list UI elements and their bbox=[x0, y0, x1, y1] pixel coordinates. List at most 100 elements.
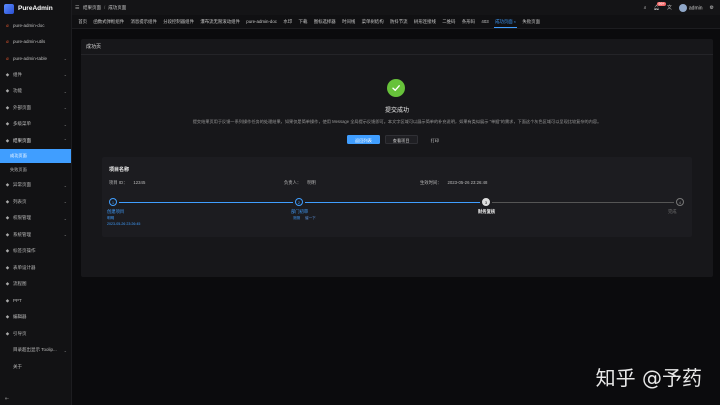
sidebar-item[interactable]: ◆ 列表页 ⌄ bbox=[0, 194, 71, 211]
guide-icon: ◆ bbox=[5, 330, 10, 336]
translate-icon[interactable]: 文 bbox=[667, 4, 672, 11]
detail-panel: 项目名称 项目 ID： 12345 负责人： 明明 生效时间： 2023-05-26 … bbox=[102, 157, 692, 237]
tab-label: 消息提示组件 bbox=[130, 18, 157, 24]
collapse-icon[interactable]: ⇤ bbox=[5, 396, 9, 402]
step-label: 部门初审 bbox=[291, 209, 309, 214]
gear-icon: ◆ bbox=[5, 231, 10, 237]
breadcrumb: 结果页面 / 成功页面 bbox=[83, 5, 126, 11]
tab[interactable]: 水印 bbox=[280, 15, 295, 28]
tab[interactable]: 首页 bbox=[75, 15, 90, 28]
tab-label: 二维码 bbox=[442, 18, 456, 24]
step-dot: 2 bbox=[295, 198, 303, 206]
tab[interactable]: 菜单树结构 bbox=[358, 15, 386, 28]
tab[interactable]: 分段控制器组件 bbox=[160, 15, 197, 28]
step-label: 创建项目 bbox=[107, 209, 125, 214]
sidebar-item[interactable]: ◆ 系统管理 ⌄ bbox=[0, 227, 71, 244]
step-label: 财务复核 bbox=[478, 209, 496, 214]
topbar: ☰ 结果页面 / 成功页面 ⌕ 🔔︎ 99+ 文 admin ⚙ bbox=[72, 0, 720, 15]
watermark: 知乎 @予药 bbox=[595, 366, 702, 390]
sidebar-item-label: 结果页面 bbox=[13, 137, 31, 143]
tab[interactable]: 消息提示组件 bbox=[127, 15, 160, 28]
search-icon[interactable]: ⌕ bbox=[644, 5, 647, 11]
time-label: 生效时间： bbox=[420, 180, 442, 185]
sidebar-item[interactable]: 目录超出显示 Toolip... ⌄ bbox=[0, 342, 71, 359]
list-icon: ◆ bbox=[5, 198, 10, 204]
sidebar-item[interactable]: ◆ 引导页 bbox=[0, 326, 71, 343]
sidebar-item-label: 列表页 bbox=[13, 198, 27, 204]
notification-badge: 99+ bbox=[656, 1, 667, 6]
back-to-list-button[interactable]: 返回列表 bbox=[347, 135, 380, 144]
step-urge-link[interactable]: 催一下 bbox=[305, 216, 316, 221]
result-card: 成功页 提交成功 提交结果页用于反馈一系列操作任务的处理结果，如果仅是简单操作，… bbox=[81, 39, 713, 277]
tab[interactable]: 下载 bbox=[295, 15, 310, 28]
sidebar-item[interactable]: ◆ 标签页操作 bbox=[0, 243, 71, 260]
sidebar-item[interactable]: ◆ 异常页面 ⌄ bbox=[0, 177, 71, 194]
tab-label: 菜单树结构 bbox=[361, 18, 384, 24]
sidebar-item[interactable]: ◆ 表单设计器 bbox=[0, 260, 71, 277]
sidebar-item-label: 引导页 bbox=[13, 330, 27, 336]
settings-icon[interactable]: ⚙ bbox=[710, 5, 714, 11]
tab[interactable]: pure-admin-doc bbox=[243, 15, 280, 28]
form-icon: ◆ bbox=[5, 264, 10, 270]
sidebar-item[interactable]: ◆ 组件 ⌄ bbox=[0, 67, 71, 84]
tab[interactable]: 失败页面 bbox=[519, 15, 543, 28]
notification-bell[interactable]: 🔔︎ 99+ bbox=[654, 1, 667, 11]
chevron-icon: ⌄ bbox=[63, 182, 67, 188]
tab[interactable]: 成功页面× bbox=[492, 15, 519, 28]
view-project-button[interactable]: 查看项目 bbox=[384, 135, 418, 144]
sidebar: PureAdmin 🔥︎ pure-admin-doc 🔥︎ pure-admin-u… bbox=[0, 0, 72, 405]
sidebar-item[interactable]: ◆ 流程图 bbox=[0, 276, 71, 293]
step-dot: 1 bbox=[109, 198, 117, 206]
close-icon[interactable]: × bbox=[514, 19, 516, 24]
tab-label: 水印 bbox=[283, 18, 293, 24]
hamburger-icon[interactable]: ☰ bbox=[75, 5, 83, 11]
sidebar-item[interactable]: ◆ 多级菜单 ⌄ bbox=[0, 116, 71, 133]
tab[interactable]: 二维码 bbox=[439, 15, 459, 28]
sidebar-item[interactable]: ◆ 结果页面 ⌃ bbox=[0, 133, 71, 150]
chevron-icon: ⌄ bbox=[63, 55, 67, 61]
owner-info: 负责人： 明明 bbox=[284, 180, 316, 186]
step-connector bbox=[119, 202, 293, 203]
sidebar-item[interactable]: ◆ 外部页面 ⌄ bbox=[0, 100, 71, 117]
tab[interactable]: 时间线 bbox=[339, 15, 359, 28]
logo[interactable]: PureAdmin bbox=[0, 0, 71, 17]
sidebar-subitem[interactable]: 成功页面 bbox=[0, 149, 71, 163]
print-button[interactable]: 打印 bbox=[423, 135, 447, 144]
sidebar-menu: 🔥︎ pure-admin-doc 🔥︎ pure-admin-utils 🔥︎ pure… bbox=[0, 17, 71, 375]
tab-label: 条形码 bbox=[461, 18, 476, 24]
tab-label: 图标选择器 bbox=[313, 18, 336, 24]
project-id-info: 项目 ID： 12345 bbox=[109, 180, 145, 186]
sidebar-item[interactable]: ◆ 权限管理 ⌄ bbox=[0, 210, 71, 227]
result-title: 提交成功 bbox=[384, 108, 409, 114]
user-menu[interactable]: admin bbox=[678, 3, 703, 12]
tab[interactable]: 防抖节流 bbox=[387, 15, 411, 28]
sidebar-item[interactable]: ◆ 编辑器 bbox=[0, 309, 71, 326]
logo-icon bbox=[4, 3, 14, 14]
tab[interactable]: 条形码 bbox=[459, 15, 479, 28]
breadcrumb-item[interactable]: 结果页面 bbox=[83, 5, 101, 11]
tab-label: 时间线 bbox=[342, 18, 356, 24]
sidebar-item[interactable]: 🔥︎ pure-admin-table ⌄ bbox=[0, 50, 71, 67]
tab-label: 403 bbox=[481, 18, 489, 24]
sidebar-item[interactable]: ◆ PPT bbox=[0, 293, 71, 310]
tabs-bar: 首页 函数式弹框组件 消息提示组件 分段控制器组件 瀑布流无限滚动组件 pure-admi… bbox=[72, 15, 720, 29]
chevron-icon: ⌄ bbox=[63, 215, 67, 221]
tab-label: 首页 bbox=[78, 18, 87, 24]
link-icon: 🔥︎ bbox=[5, 55, 10, 61]
edit-icon: ◆ bbox=[5, 314, 10, 320]
tab[interactable]: 403 bbox=[478, 15, 492, 28]
tab[interactable]: 图标选择器 bbox=[311, 15, 339, 28]
sidebar-item[interactable]: ◆ 功能 ⌄ bbox=[0, 83, 71, 100]
tab[interactable]: 函数式弹框组件 bbox=[90, 15, 127, 28]
sidebar-item[interactable]: 🔥︎ pure-admin-doc bbox=[0, 17, 71, 34]
sidebar-subitem[interactable]: 失败页面 bbox=[0, 163, 71, 177]
sidebar-item[interactable]: 🔥︎ pure-admin-utils bbox=[0, 34, 71, 51]
result-actions: 返回列表 查看项目 打印 bbox=[81, 135, 713, 144]
tab[interactable]: 瀑布流无限滚动组件 bbox=[197, 15, 243, 28]
sidebar-item-label: 异常页面 bbox=[13, 182, 31, 188]
tab[interactable]: 树形连接线 bbox=[411, 15, 439, 28]
main-content: 成功页 提交成功 提交结果页用于反馈一系列操作任务的处理结果，如果仅是简单操作，… bbox=[72, 29, 720, 405]
tab-label: 函数式弹框组件 bbox=[93, 18, 125, 24]
sidebar-item[interactable]: 关于 bbox=[0, 359, 71, 376]
tag-icon: ◆ bbox=[5, 248, 10, 254]
